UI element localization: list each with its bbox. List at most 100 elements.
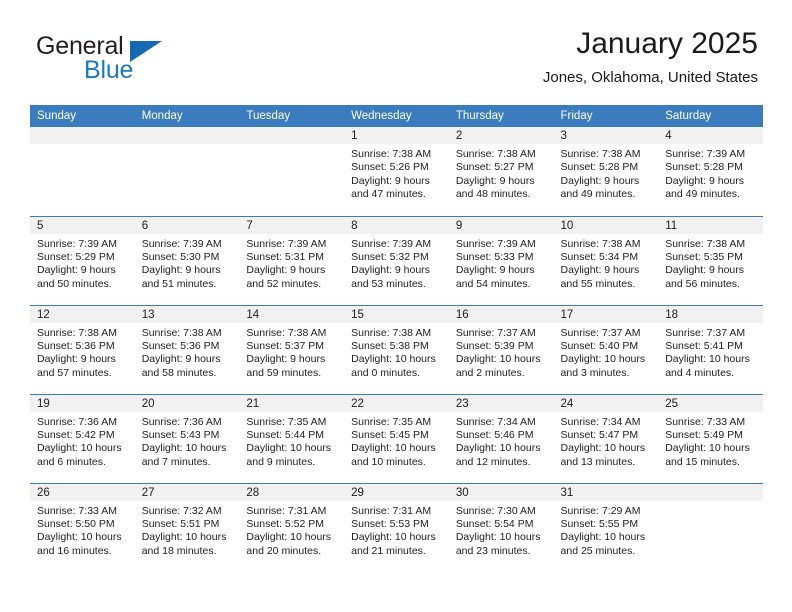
- day-details: Sunrise: 7:38 AM Sunset: 5:38 PM Daylight:…: [344, 323, 449, 381]
- sunrise-text: Sunrise: 7:39 AM: [665, 148, 746, 160]
- calendar-day-cell[interactable]: 15 Sunrise: 7:38 AM Sunset: 5:38 PM Dayligh…: [344, 304, 449, 394]
- calendar-day-cell[interactable]: 5 Sunrise: 7:39 AM Sunset: 5:29 PM Daylight…: [30, 215, 135, 305]
- calendar-day-cell[interactable]: 19 Sunrise: 7:36 AM Sunset: 5:42 PM Dayligh…: [30, 393, 135, 483]
- sunrise-text: Sunrise: 7:38 AM: [351, 148, 432, 160]
- day-cell-inner: 18 Sunrise: 7:37 AM Sunset: 5:41 PM Dayligh…: [658, 305, 763, 394]
- day-cell-inner: 1 Sunrise: 7:38 AM Sunset: 5:26 PM Daylight…: [344, 127, 449, 216]
- calendar-day-cell[interactable]: 12 Sunrise: 7:38 AM Sunset: 5:36 PM Dayligh…: [30, 304, 135, 394]
- calendar-day-cell[interactable]: 20 Sunrise: 7:36 AM Sunset: 5:43 PM Dayligh…: [134, 393, 240, 483]
- day-number: 31: [553, 483, 659, 501]
- sunrise-text: Sunrise: 7:36 AM: [37, 415, 117, 428]
- calendar-day-cell[interactable]: 29 Sunrise: 7:31 AM Sunset: 5:53 PM Dayligh…: [344, 482, 449, 572]
- calendar-day-cell[interactable]: 23 Sunrise: 7:34 AM Sunset: 5:46 PM Dayligh…: [448, 393, 554, 483]
- day-number: 21: [239, 394, 345, 412]
- sunrise-text: Sunrise: 7:31 AM: [351, 504, 432, 517]
- general-blue-logo[interactable]: General Blue: [34, 32, 244, 90]
- daylight-text: Daylight: 9 hours: [246, 353, 326, 366]
- daylight-text: Daylight: 9 hours: [665, 174, 745, 187]
- calendar-day-cell[interactable]: 1 Sunrise: 7:38 AM Sunset: 5:26 PM Daylight…: [344, 127, 449, 216]
- sunrise-text: Sunrise: 7:37 AM: [455, 326, 536, 339]
- daylight-text: and 15 minutes.: [665, 455, 740, 468]
- calendar-day-cell[interactable]: 13 Sunrise: 7:38 AM Sunset: 5:36 PM Dayligh…: [134, 304, 240, 394]
- daylight-text: Daylight: 9 hours: [455, 174, 535, 187]
- day-details: Sunrise: 7:29 AM Sunset: 5:55 PM Daylight:…: [554, 501, 659, 559]
- calendar-day-cell[interactable]: 16 Sunrise: 7:37 AM Sunset: 5:39 PM Dayligh…: [448, 304, 554, 394]
- day-cell-inner: 6 Sunrise: 7:39 AM Sunset: 5:30 PM Daylight…: [134, 216, 240, 305]
- sunset-text: Sunset: 5:26 PM: [351, 161, 429, 174]
- sunset-text: Sunset: 5:44 PM: [246, 428, 325, 441]
- day-details: Sunrise: 7:38 AM Sunset: 5:26 PM Daylight:…: [344, 144, 449, 202]
- calendar-day-cell[interactable]: 7 Sunrise: 7:39 AM Sunset: 5:31 PM Daylight…: [239, 215, 345, 305]
- day-details: Sunrise: 7:31 AM Sunset: 5:52 PM Daylight:…: [239, 501, 344, 559]
- day-number: [134, 127, 240, 144]
- day-cell-inner: [658, 483, 763, 573]
- calendar-day-cell[interactable]: 3 Sunrise: 7:38 AM Sunset: 5:28 PM Daylight…: [553, 127, 659, 216]
- day-details: Sunrise: 7:38 AM Sunset: 5:27 PM Daylight:…: [449, 144, 554, 202]
- day-number: 10: [553, 216, 659, 234]
- sunset-text: Sunset: 5:33 PM: [455, 250, 534, 263]
- calendar-day-cell[interactable]: 9 Sunrise: 7:39 AM Sunset: 5:33 PM Daylight…: [448, 215, 554, 305]
- calendar-day-cell[interactable]: 31 Sunrise: 7:29 AM Sunset: 5:55 PM Dayligh…: [553, 482, 659, 573]
- sunrise-text: Sunrise: 7:38 AM: [37, 326, 117, 339]
- day-cell-inner: 31 Sunrise: 7:29 AM Sunset: 5:55 PM Dayligh…: [553, 483, 659, 573]
- daylight-text: and 25 minutes.: [560, 544, 636, 557]
- calendar-week-row: 12 Sunrise: 7:38 AM Sunset: 5:36 PM Dayligh…: [30, 304, 763, 394]
- calendar-day-cell[interactable]: 18 Sunrise: 7:37 AM Sunset: 5:41 PM Dayligh…: [658, 304, 763, 394]
- day-cell-inner: 15 Sunrise: 7:38 AM Sunset: 5:38 PM Dayligh…: [344, 305, 449, 394]
- calendar-day-cell[interactable]: 26 Sunrise: 7:33 AM Sunset: 5:50 PM Dayligh…: [30, 482, 135, 572]
- calendar-day-cell[interactable]: 30 Sunrise: 7:30 AM Sunset: 5:54 PM Dayligh…: [448, 482, 554, 572]
- calendar-day-cell[interactable]: 27 Sunrise: 7:32 AM Sunset: 5:51 PM Dayligh…: [134, 482, 240, 573]
- daylight-text: and 47 minutes.: [351, 188, 426, 201]
- day-number: 8: [344, 216, 449, 234]
- day-number: 6: [134, 216, 240, 234]
- day-number: 23: [448, 394, 554, 412]
- day-cell-inner: 14 Sunrise: 7:38 AM Sunset: 5:37 PM Dayligh…: [239, 305, 345, 394]
- day-number: 12: [30, 305, 135, 323]
- daylight-text: and 55 minutes.: [560, 277, 636, 290]
- day-details: Sunrise: 7:37 AM Sunset: 5:40 PM Daylight:…: [554, 323, 659, 381]
- calendar-day-cell[interactable]: 2 Sunrise: 7:38 AM Sunset: 5:27 PM Daylight…: [448, 127, 554, 216]
- calendar-day-cell[interactable]: 24 Sunrise: 7:34 AM Sunset: 5:47 PM Dayligh…: [553, 393, 659, 483]
- daylight-text: Daylight: 10 hours: [560, 353, 646, 366]
- daylight-text: and 54 minutes.: [455, 277, 531, 290]
- weekday-header-friday: Friday: [553, 105, 659, 127]
- daylight-text: Daylight: 10 hours: [455, 442, 541, 455]
- sunrise-text: Sunrise: 7:34 AM: [560, 415, 641, 428]
- day-details: Sunrise: 7:37 AM Sunset: 5:41 PM Daylight:…: [658, 323, 763, 381]
- calendar-day-cell[interactable]: 25 Sunrise: 7:33 AM Sunset: 5:49 PM Dayligh…: [658, 393, 763, 483]
- day-details: Sunrise: 7:38 AM Sunset: 5:35 PM Daylight:…: [658, 234, 763, 292]
- calendar-week-row: 19 Sunrise: 7:36 AM Sunset: 5:42 PM Dayligh…: [30, 393, 763, 483]
- daylight-text: and 50 minutes.: [37, 277, 112, 290]
- daylight-text: Daylight: 9 hours: [560, 174, 640, 187]
- calendar-day-cell[interactable]: 8 Sunrise: 7:39 AM Sunset: 5:32 PM Daylight…: [344, 215, 449, 305]
- day-number: 1: [344, 127, 449, 144]
- sunrise-text: Sunrise: 7:32 AM: [141, 504, 222, 517]
- day-cell-inner: 21 Sunrise: 7:35 AM Sunset: 5:44 PM Dayligh…: [239, 394, 345, 483]
- daylight-text: Daylight: 9 hours: [246, 264, 326, 277]
- sunset-text: Sunset: 5:28 PM: [560, 161, 639, 174]
- calendar-day-cell[interactable]: 10 Sunrise: 7:38 AM Sunset: 5:34 PM Dayligh…: [553, 215, 659, 305]
- calendar-day-cell[interactable]: 11 Sunrise: 7:38 AM Sunset: 5:35 PM Dayligh…: [658, 215, 763, 305]
- sunrise-text: Sunrise: 7:33 AM: [665, 415, 746, 428]
- day-cell-inner: 27 Sunrise: 7:32 AM Sunset: 5:51 PM Dayligh…: [134, 483, 240, 573]
- sunset-text: Sunset: 5:54 PM: [455, 517, 534, 530]
- day-cell-inner: 28 Sunrise: 7:31 AM Sunset: 5:52 PM Dayligh…: [239, 483, 345, 573]
- sunset-text: Sunset: 5:39 PM: [455, 339, 534, 352]
- sunset-text: Sunset: 5:53 PM: [351, 517, 429, 530]
- calendar-day-cell[interactable]: 22 Sunrise: 7:35 AM Sunset: 5:45 PM Dayligh…: [344, 393, 449, 483]
- sunrise-text: Sunrise: 7:31 AM: [246, 504, 327, 517]
- day-cell-inner: 20 Sunrise: 7:36 AM Sunset: 5:43 PM Dayligh…: [134, 394, 240, 483]
- calendar-day-cell[interactable]: 6 Sunrise: 7:39 AM Sunset: 5:30 PM Daylight…: [134, 215, 240, 305]
- calendar-day-cell[interactable]: 21 Sunrise: 7:35 AM Sunset: 5:44 PM Dayligh…: [239, 393, 345, 483]
- calendar-day-cell[interactable]: 4 Sunrise: 7:39 AM Sunset: 5:28 PM Daylight…: [658, 127, 763, 216]
- sunset-text: Sunset: 5:55 PM: [560, 517, 639, 530]
- day-number: 3: [553, 127, 659, 144]
- day-cell-inner: [239, 127, 345, 216]
- sunrise-text: Sunrise: 7:39 AM: [246, 237, 327, 250]
- day-number: [239, 127, 345, 144]
- calendar-day-cell[interactable]: 28 Sunrise: 7:31 AM Sunset: 5:52 PM Dayligh…: [239, 482, 345, 573]
- calendar-day-cell[interactable]: 14 Sunrise: 7:38 AM Sunset: 5:37 PM Dayligh…: [239, 304, 345, 394]
- day-details: Sunrise: 7:39 AM Sunset: 5:32 PM Daylight:…: [344, 234, 449, 292]
- calendar-day-cell[interactable]: 17 Sunrise: 7:37 AM Sunset: 5:40 PM Dayligh…: [553, 304, 659, 394]
- day-number: 5: [30, 216, 135, 234]
